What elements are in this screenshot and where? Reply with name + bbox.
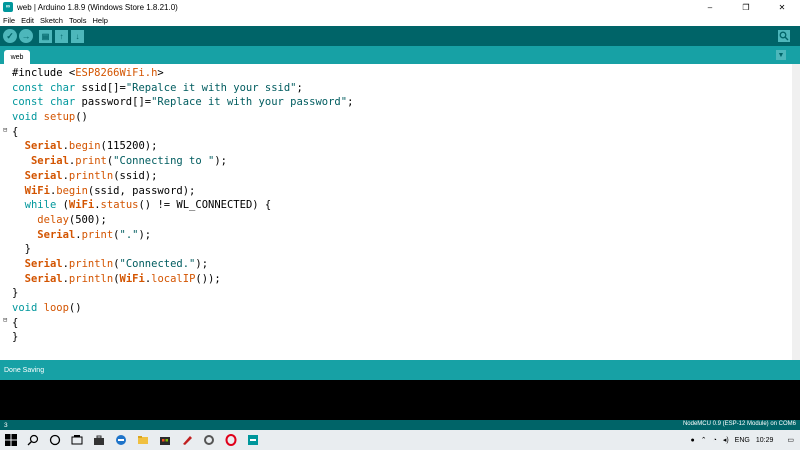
code-line[interactable]: void setup() — [12, 110, 353, 125]
vertical-scrollbar[interactable] — [792, 64, 800, 360]
code-line[interactable]: while (WiFi.status() != WL_CONNECTED) { — [12, 198, 353, 213]
open-sketch-button[interactable]: ↑ — [55, 29, 68, 43]
minimize-button[interactable]: – — [692, 0, 728, 14]
gear-icon — [204, 435, 214, 445]
task-view-icon — [71, 435, 83, 445]
verify-button[interactable]: ✓ — [3, 29, 17, 43]
arrow-down-icon: ↓ — [75, 31, 80, 41]
code-content[interactable]: #include <ESP8266WiFi.h> const char ssid[… — [12, 66, 353, 345]
code-line[interactable]: { — [12, 125, 353, 140]
info-bar: 3 NodeMCU 0.9 (ESP-12 Module) on COM6 — [0, 420, 800, 430]
tab-web[interactable]: web — [4, 50, 30, 64]
window-title: web | Arduino 1.8.9 (Windows Store 1.8.2… — [17, 2, 178, 12]
magnifier-icon — [779, 31, 789, 41]
taskbar-app-store[interactable] — [154, 430, 176, 450]
search-button[interactable] — [22, 430, 44, 450]
code-line[interactable]: Serial.println("Connected."); — [12, 257, 353, 272]
board-info: NodeMCU 0.9 (ESP-12 Module) on COM6 — [682, 421, 796, 427]
arduino-app-icon: ∞ — [3, 2, 13, 12]
code-line[interactable]: Serial.print("Connecting to "); — [12, 154, 353, 169]
store-bag-icon — [160, 437, 170, 445]
notification-icon[interactable]: ▭ — [787, 436, 794, 444]
tab-bar: web ▼ — [0, 46, 800, 64]
code-line[interactable]: Serial.println(WiFi.localIP()); — [12, 272, 353, 287]
taskbar-app-briefcase[interactable] — [88, 430, 110, 450]
console-output[interactable] — [0, 380, 800, 420]
edge-browser-icon — [116, 435, 126, 445]
cortana-circle-icon — [49, 434, 61, 446]
maximize-button[interactable]: ❐ — [728, 0, 764, 14]
briefcase-icon — [94, 435, 104, 445]
tab-menu-button[interactable]: ▼ — [776, 50, 786, 60]
new-sketch-button[interactable]: ▤ — [39, 29, 52, 43]
folder-icon — [138, 436, 148, 444]
taskbar-app-opera[interactable] — [220, 430, 242, 450]
pen-icon — [183, 436, 192, 445]
chevron-up-icon[interactable]: ⌃ — [701, 436, 707, 444]
network-icon[interactable]: ◔ — [713, 437, 717, 444]
menu-bar: File Edit Sketch Tools Help — [0, 14, 800, 26]
cortana-button[interactable] — [44, 430, 66, 450]
menu-edit[interactable]: Edit — [21, 16, 34, 25]
opera-icon — [225, 434, 237, 446]
task-view-button[interactable] — [66, 430, 88, 450]
taskbar-app-paint[interactable] — [176, 430, 198, 450]
clock[interactable]: 10:29 — [756, 437, 774, 444]
code-line[interactable]: const char password[]="Replace it with y… — [12, 95, 353, 110]
system-tray: ● ⌃ ◔ ◂) ENG 10:29 ▭ — [690, 430, 800, 450]
code-editor[interactable]: ⊟ ⊟ #include <ESP8266WiFi.h> const char s… — [0, 64, 800, 360]
status-message: Done Saving — [4, 366, 45, 374]
code-line[interactable]: #include <ESP8266WiFi.h> — [12, 66, 353, 81]
code-line[interactable]: Serial.print("."); — [12, 228, 353, 243]
code-line[interactable]: Serial.println(ssid); — [12, 169, 353, 184]
volume-icon[interactable]: ◂) — [723, 436, 729, 444]
fold-icon[interactable]: ⊟ — [3, 126, 7, 134]
serial-monitor-button[interactable] — [778, 30, 790, 42]
windows-logo-icon — [5, 434, 17, 446]
editor-gutter: ⊟ ⊟ — [0, 64, 12, 360]
code-line[interactable]: { — [12, 316, 353, 331]
code-line[interactable]: void loop() — [12, 301, 353, 316]
code-line[interactable]: } — [12, 242, 353, 257]
taskbar-app-arduino[interactable] — [242, 430, 264, 450]
arrow-up-icon: ↑ — [59, 31, 64, 41]
code-line[interactable]: delay(500); — [12, 213, 353, 228]
menu-help[interactable]: Help — [92, 16, 107, 25]
fold-icon[interactable]: ⊟ — [3, 316, 7, 324]
windows-taskbar: ● ⌃ ◔ ◂) ENG 10:29 ▭ — [0, 430, 800, 450]
menu-tools[interactable]: Tools — [69, 16, 87, 25]
search-icon — [27, 434, 39, 446]
arrow-right-icon: → — [21, 31, 31, 41]
keyboard-language[interactable]: ENG — [735, 437, 750, 444]
save-sketch-button[interactable]: ↓ — [71, 29, 84, 43]
window-controls: – ❐ ✕ — [692, 0, 800, 14]
code-line[interactable]: } — [12, 286, 353, 301]
upload-button[interactable]: → — [19, 29, 33, 43]
status-bar: Done Saving — [0, 360, 800, 380]
arduino-icon — [248, 435, 258, 445]
taskbar-app-explorer[interactable] — [132, 430, 154, 450]
chevron-down-icon: ▼ — [777, 51, 785, 59]
people-icon[interactable]: ● — [690, 437, 694, 444]
toolbar: ✓ → ▤ ↑ ↓ — [0, 26, 800, 46]
new-file-icon: ▤ — [41, 31, 50, 41]
title-bar: ∞ web | Arduino 1.8.9 (Windows Store 1.8… — [0, 0, 800, 14]
close-button[interactable]: ✕ — [764, 0, 800, 14]
taskbar-app-settings[interactable] — [198, 430, 220, 450]
start-button[interactable] — [0, 430, 22, 450]
code-line[interactable]: WiFi.begin(ssid, password); — [12, 184, 353, 199]
menu-sketch[interactable]: Sketch — [40, 16, 63, 25]
checkmark-icon: ✓ — [6, 30, 14, 41]
line-number: 3 — [4, 421, 8, 429]
code-line[interactable]: const char ssid[]="Repalce it with your … — [12, 81, 353, 96]
menu-file[interactable]: File — [3, 16, 15, 25]
code-line[interactable]: Serial.begin(115200); — [12, 139, 353, 154]
code-line[interactable]: } — [12, 330, 353, 345]
taskbar-app-edge[interactable] — [110, 430, 132, 450]
